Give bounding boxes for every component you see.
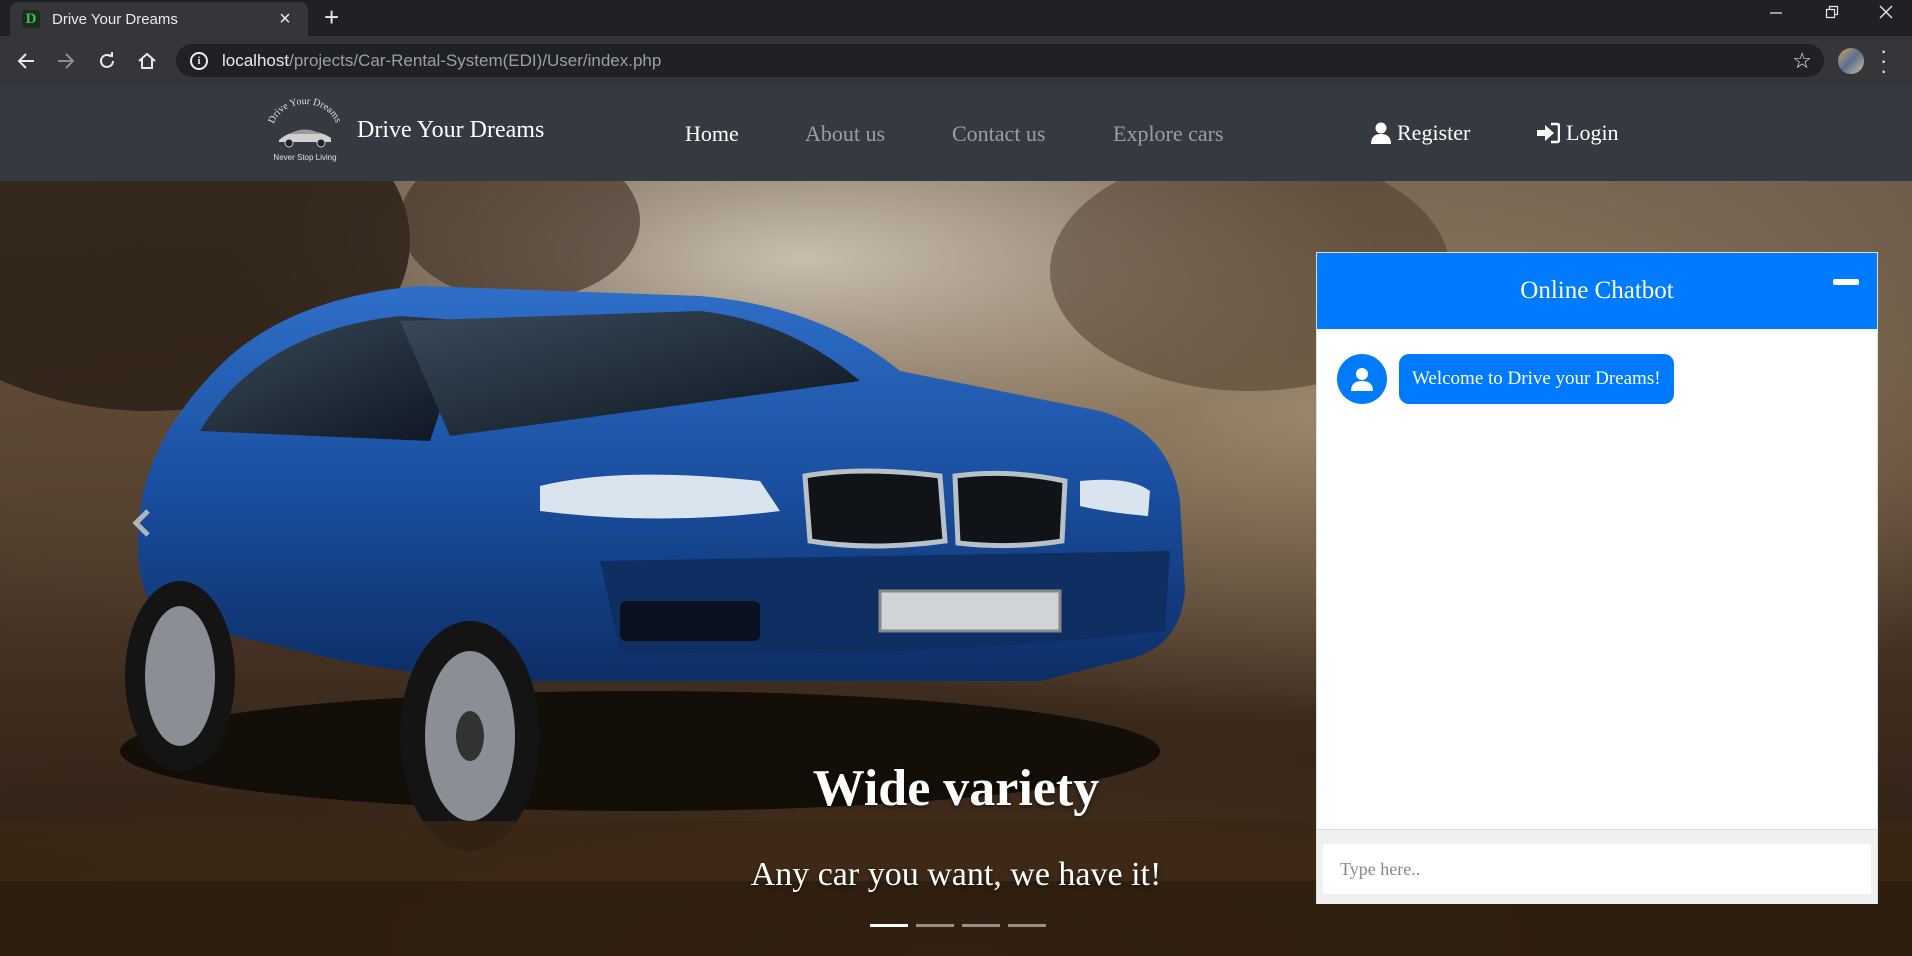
minimize-icon[interactable]	[1768, 4, 1784, 25]
chat-message-bubble: Welcome to Drive your Dreams!	[1399, 354, 1674, 404]
carousel-indicator[interactable]	[962, 924, 1000, 927]
forward-icon[interactable]	[53, 48, 79, 74]
profile-avatar-icon[interactable]	[1838, 48, 1864, 74]
chatbot-header[interactable]: Online Chatbot	[1317, 253, 1877, 329]
carousel-indicator[interactable]	[1008, 924, 1046, 927]
svg-text:Drive Your Dreams: Drive Your Dreams	[266, 98, 343, 125]
register-link[interactable]: Register	[1371, 120, 1470, 146]
tab-title: Drive Your Dreams	[52, 10, 178, 28]
site-favicon-icon: D	[22, 10, 40, 28]
chat-input-area	[1317, 829, 1877, 904]
carousel-indicator[interactable]	[870, 924, 908, 927]
url-path: /projects/Car-Rental-System(EDI)/User/in…	[289, 50, 662, 70]
carousel-indicators	[870, 924, 1046, 927]
chat-input[interactable]	[1323, 844, 1871, 894]
login-label: Login	[1566, 120, 1619, 145]
url-host: localhost	[222, 50, 290, 70]
browser-tabbar: D Drive Your Dreams × +	[0, 0, 1912, 36]
back-icon[interactable]	[13, 48, 39, 74]
close-window-icon[interactable]	[1878, 4, 1894, 25]
site-navbar: Drive Your Dreams Never Stop Living Driv…	[0, 86, 1912, 181]
nav-link-about[interactable]: About us	[805, 121, 885, 147]
new-tab-button[interactable]: +	[324, 4, 339, 30]
carousel-indicator[interactable]	[916, 924, 954, 927]
register-label: Register	[1397, 120, 1471, 145]
reload-icon[interactable]	[94, 48, 120, 74]
chatbot-widget: Online Chatbot Welcome to Drive your Dre…	[1316, 252, 1878, 904]
logo-tagline: Never Stop Living	[273, 153, 336, 162]
brand-logo[interactable]: Drive Your Dreams Never Stop Living	[265, 98, 345, 168]
browser-menu-icon[interactable]: · · ·	[1880, 40, 1887, 82]
address-bar[interactable]: i localhost/projects/Car-Rental-System(E…	[176, 44, 1824, 77]
nav-link-contact[interactable]: Contact us	[952, 121, 1046, 147]
browser-tab[interactable]: D Drive Your Dreams ×	[10, 2, 308, 36]
chat-messages: Welcome to Drive your Dreams!	[1317, 329, 1877, 829]
nav-link-home[interactable]: Home	[685, 121, 739, 147]
user-icon	[1371, 122, 1391, 144]
tab-close-icon[interactable]: ×	[274, 9, 296, 29]
bookmark-star-icon[interactable]: ☆	[1792, 48, 1812, 74]
sign-in-icon	[1537, 122, 1560, 144]
logo-arc-text: Drive Your Dreams	[266, 98, 343, 125]
site-info-icon[interactable]: i	[190, 51, 208, 70]
carousel-prev-icon[interactable]	[128, 503, 158, 543]
login-link[interactable]: Login	[1536, 120, 1619, 146]
brand-name[interactable]: Drive Your Dreams	[357, 117, 544, 144]
bot-avatar-icon	[1337, 354, 1387, 404]
chatbot-title: Online Chatbot	[1520, 277, 1674, 304]
browser-toolbar: i localhost/projects/Car-Rental-System(E…	[0, 36, 1912, 86]
minimize-chat-icon[interactable]	[1833, 279, 1859, 285]
nav-link-explore-cars[interactable]: Explore cars	[1113, 121, 1224, 147]
restore-icon[interactable]	[1824, 4, 1840, 25]
home-icon[interactable]	[134, 48, 160, 74]
